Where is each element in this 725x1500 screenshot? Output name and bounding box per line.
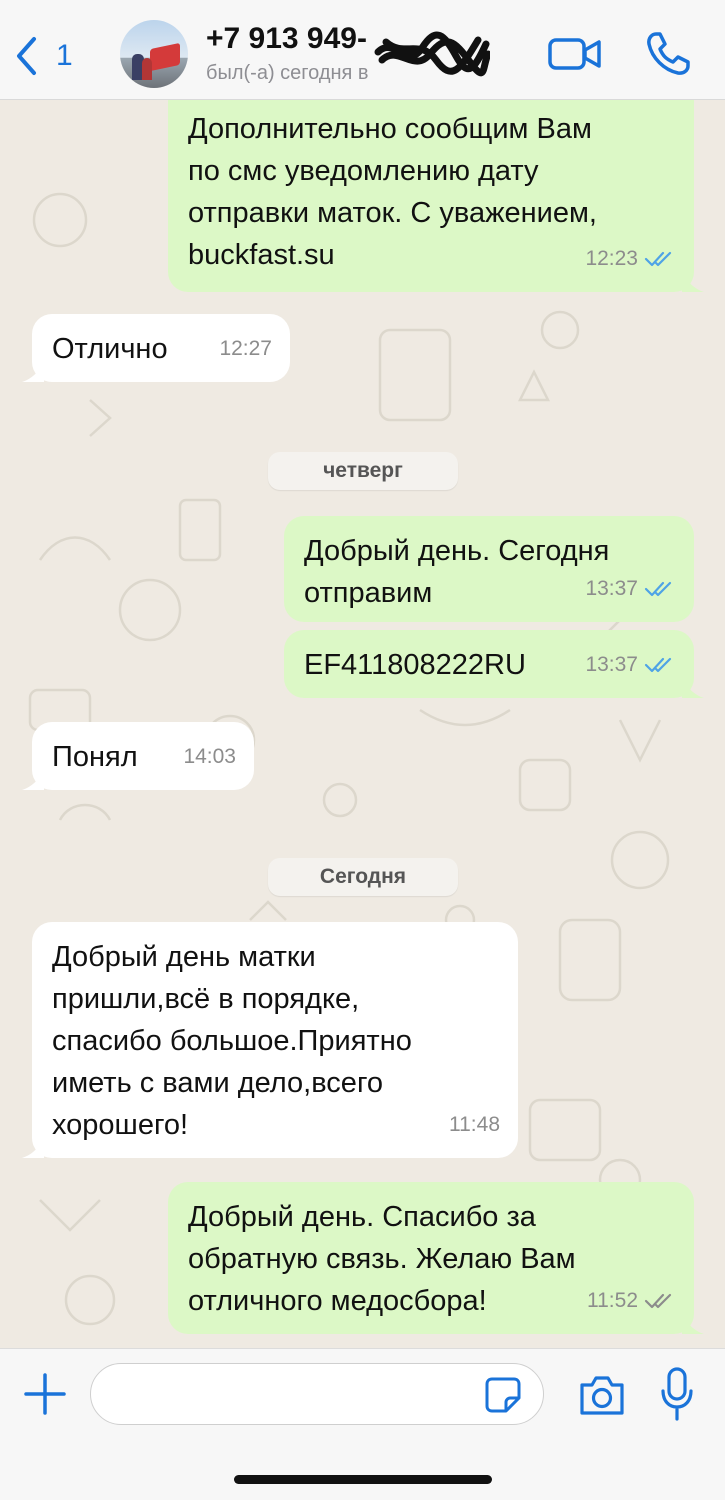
- sticker-icon[interactable]: [484, 1376, 522, 1414]
- message-meta: 12:27: [219, 328, 272, 370]
- message-time: 12:23: [585, 247, 638, 270]
- back-button[interactable]: 1: [14, 34, 84, 78]
- double-check-read-icon: [644, 657, 672, 673]
- chevron-left-icon: [17, 37, 36, 75]
- message-incoming[interactable]: Понял 14:03: [22, 722, 254, 790]
- message-meta: 11:52: [587, 1280, 676, 1322]
- date-separator: четверг: [268, 452, 458, 490]
- input-bar: [0, 1348, 725, 1500]
- message-input[interactable]: [90, 1363, 544, 1425]
- message-outgoing[interactable]: EF411808222RU 13:37: [284, 630, 704, 698]
- contact-status: был(-а) сегодня в: [206, 62, 369, 84]
- message-time: 13:37: [585, 577, 638, 600]
- redaction-scribble: [374, 31, 490, 77]
- message-time: 14:03: [183, 745, 236, 768]
- message-meta: 13:37: [585, 644, 676, 686]
- message-outgoing[interactable]: Добрый день. Сегодня отправим 13:37: [284, 516, 694, 622]
- unread-count: 1: [56, 39, 73, 72]
- double-check-read-icon: [644, 581, 672, 597]
- avatar[interactable]: [120, 20, 188, 88]
- message-time: 12:27: [219, 337, 272, 360]
- message-time: 11:52: [587, 1289, 638, 1312]
- contact-name[interactable]: +7 913 949-: [206, 22, 367, 56]
- chat-area[interactable]: Дополнительно сообщим Вам по смс уведомл…: [0, 100, 725, 1348]
- plus-icon[interactable]: [22, 1371, 68, 1417]
- message-meta: 14:03: [183, 736, 236, 778]
- message-meta: 13:37: [585, 568, 676, 610]
- message-time: 11:48: [449, 1113, 500, 1136]
- message-incoming[interactable]: Отлично 12:27: [22, 314, 290, 382]
- video-camera-icon[interactable]: [548, 34, 602, 74]
- double-check-delivered-icon: [644, 1293, 672, 1309]
- message-incoming[interactable]: Добрый день матки пришли,всё в порядке, …: [22, 922, 518, 1158]
- camera-icon[interactable]: [578, 1373, 626, 1417]
- phone-icon[interactable]: [644, 30, 692, 78]
- message-time: 13:37: [585, 653, 638, 676]
- message-text: Добрый день матки пришли,всё в порядке, …: [52, 941, 412, 1141]
- microphone-icon[interactable]: [660, 1367, 694, 1421]
- message-meta: 11:48: [449, 1104, 500, 1146]
- date-separator: Сегодня: [268, 858, 458, 896]
- home-indicator: [234, 1475, 492, 1484]
- message-outgoing[interactable]: Дополнительно сообщим Вам по смс уведомл…: [168, 100, 704, 292]
- message-outgoing[interactable]: Добрый день. Спасибо за обратную связь. …: [168, 1182, 704, 1334]
- message-meta: 12:23: [585, 238, 676, 280]
- double-check-read-icon: [644, 251, 672, 267]
- chat-header: 1 +7 913 949- был(-а) сегодня в: [0, 0, 725, 100]
